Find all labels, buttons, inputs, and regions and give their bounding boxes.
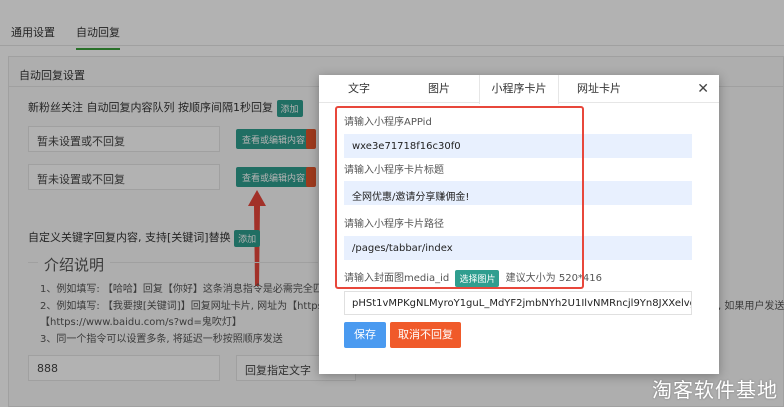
modal-tab-link-card[interactable]: 网址卡片 [559, 75, 639, 103]
reply-content-modal: 文字 图片 小程序卡片 网址卡片 ✕ 请输入小程序APPid wxe3e7171… [319, 75, 719, 374]
modal-tabs: 文字 图片 小程序卡片 网址卡片 ✕ [319, 75, 719, 104]
modal-tab-image[interactable]: 图片 [399, 75, 479, 103]
modal-tab-text[interactable]: 文字 [319, 75, 399, 103]
watermark-text: 淘客软件基地 [652, 378, 778, 402]
close-icon[interactable]: ✕ [697, 81, 709, 97]
modal-tab-miniprogram[interactable]: 小程序卡片 [479, 75, 559, 104]
media-id-input[interactable]: pHSt1vMPKgNLMyroY1guL_MdYF2jmbNYh2U1IlvN… [344, 291, 692, 315]
save-button[interactable]: 保存 [344, 322, 386, 348]
cancel-no-reply-button[interactable]: 取消不回复 [390, 322, 461, 348]
highlight-box-annotation [335, 106, 584, 289]
